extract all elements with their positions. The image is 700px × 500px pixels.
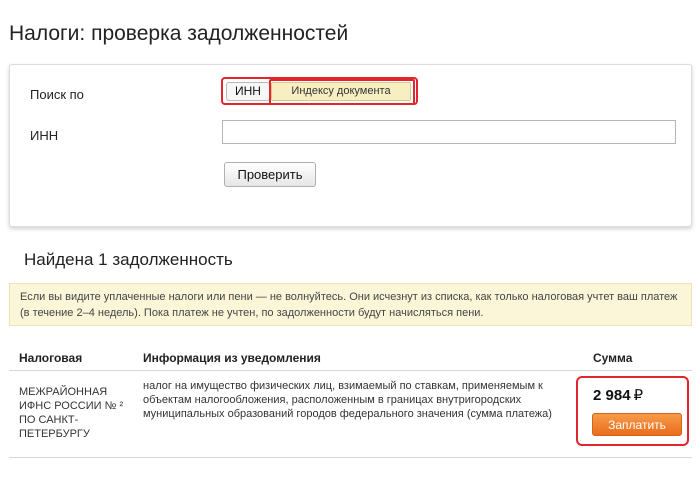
search-mode-document-index[interactable]: Индексу документа xyxy=(271,82,411,101)
search-panel: Поиск по ИНН Индексу документа ИНН Прове… xyxy=(9,64,692,227)
page-title: Налоги: проверка задолженностей xyxy=(9,22,349,45)
search-mode-inn[interactable]: ИНН xyxy=(226,82,270,101)
column-header-amount: Сумма xyxy=(593,351,633,365)
search-mode-toggle: ИНН Индексу документа xyxy=(221,77,418,105)
pay-button[interactable]: Заплатить xyxy=(592,413,682,436)
table-divider xyxy=(9,370,692,371)
notice-info-cell: налог на имущество физических лиц, взима… xyxy=(143,380,552,420)
amount-number: 2 984 xyxy=(593,387,631,404)
payment-notice: Если вы видите уплаченные налоги или пен… xyxy=(9,283,692,326)
amount-cell: 2 984 ₽ Заплатить xyxy=(576,376,689,446)
tax-office-cell: МЕЖРАЙОННАЯ ИФНС РОССИИ № ² ПО САНКТ-ПЕТ… xyxy=(19,386,124,440)
search-by-label: Поиск по xyxy=(30,87,84,102)
check-button[interactable]: Проверить xyxy=(224,162,316,187)
found-debts-title: Найдена 1 задолженность xyxy=(24,250,233,269)
column-header-info: Информация из уведомления xyxy=(143,351,321,365)
table-divider xyxy=(9,457,692,458)
column-header-tax-office: Налоговая xyxy=(19,351,83,365)
inn-input[interactable] xyxy=(222,120,676,144)
ruble-icon: ₽ xyxy=(633,387,644,404)
amount-value: 2 984 ₽ xyxy=(593,386,643,404)
inn-label: ИНН xyxy=(30,128,59,143)
